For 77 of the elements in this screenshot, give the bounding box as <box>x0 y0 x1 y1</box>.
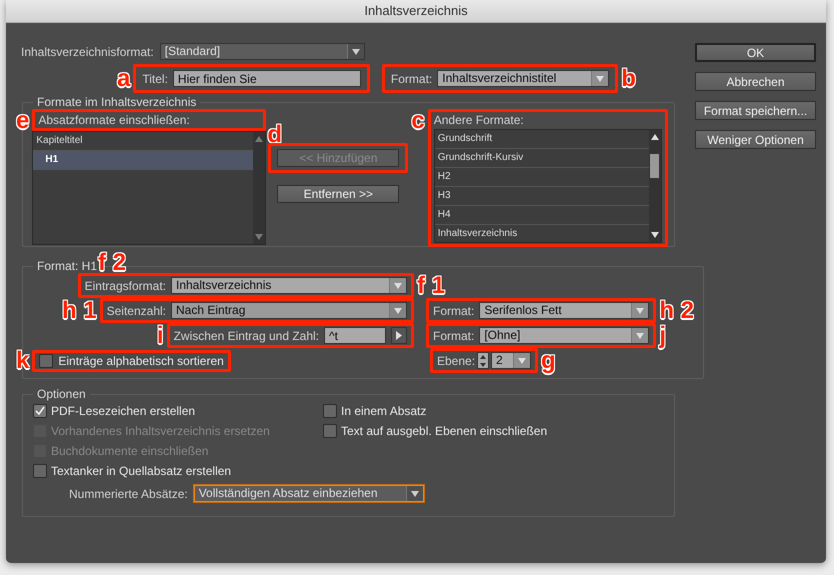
annotation-letter: f 2 <box>97 251 128 275</box>
group-title: Format: H1 <box>36 259 98 273</box>
dialog-button[interactable]: OK <box>695 43 816 62</box>
caret-icon <box>596 76 604 82</box>
annotation-letter: k <box>15 348 30 372</box>
page-number-dropdown[interactable]: Nach Eintrag <box>171 302 407 319</box>
annotation-letter: a <box>116 66 132 90</box>
annotation-letter: e <box>15 109 30 133</box>
annotation-letter: h 1 <box>60 298 98 322</box>
caret-icon <box>636 332 644 338</box>
group-title: Formate im Inhaltsverzeichnis <box>36 95 198 109</box>
level-dropdown[interactable]: 2 <box>491 352 532 369</box>
title-label: Titel: <box>142 72 168 86</box>
checkbox-label: PDF-Lesezeichen erstellen <box>51 404 196 418</box>
dialog-button[interactable]: Weniger Optionen <box>695 130 816 149</box>
caret-icon <box>394 308 402 314</box>
page-number-label: Seitenzahl: <box>106 304 166 318</box>
list-item[interactable]: H2 <box>434 168 649 187</box>
level-label: Ebene: <box>437 354 476 368</box>
annotation-letter: j <box>658 324 668 348</box>
caret-icon <box>636 308 644 314</box>
scrollbar[interactable] <box>648 130 661 242</box>
numbered-paragraphs-label: Nummerierte Absätze: <box>69 486 188 500</box>
caret-icon <box>410 490 419 496</box>
checkbox-label: In einem Absatz <box>341 404 426 418</box>
caret-icon <box>518 358 526 364</box>
page-number-format-dropdown[interactable]: Serifenlos Fett <box>479 302 650 319</box>
list-item[interactable]: Grundschrift-Kursiv <box>434 149 649 168</box>
scroll-down-arrow-icon[interactable] <box>650 232 659 238</box>
stepper-icon[interactable] <box>477 352 490 369</box>
group-title: Optionen <box>36 387 87 401</box>
checkbox-label: Buchdokumente einschließen <box>51 444 208 458</box>
window-title: Inhaltsverzeichnis <box>6 0 826 23</box>
entry-format-dropdown[interactable]: Inhaltsverzeichnis <box>171 277 407 294</box>
annotation-letter: f 1 <box>416 274 446 298</box>
scrollbar-thumb[interactable] <box>650 154 660 178</box>
title-input[interactable]: Hier finden Sie <box>172 70 361 87</box>
toc-format-dropdown[interactable]: [Standard] <box>160 43 365 60</box>
scroll-up-arrow-icon[interactable] <box>650 134 659 140</box>
annotation-letter: i <box>156 324 165 348</box>
list-label: Andere Formate: <box>434 113 524 127</box>
list-label: Absatzformate einschließen: <box>38 113 190 127</box>
list-item[interactable]: Grundschrift <box>434 130 649 149</box>
between-format-label: Format: <box>433 328 474 342</box>
title-format-dropdown[interactable]: Inhaltsverzeichnistitel <box>437 70 610 87</box>
between-label: Zwischen Eintrag und Zahl: <box>174 328 319 342</box>
checkbox-label: Einträge alphabetisch sortieren <box>58 354 224 368</box>
checkbox[interactable] <box>33 404 47 418</box>
triangle-right-icon <box>396 331 402 340</box>
list-item[interactable]: H3 <box>434 187 649 206</box>
checkbox-label: Text auf ausgebl. Ebenen einschließen <box>341 424 548 438</box>
dialog-button[interactable]: Abbrechen <box>695 72 816 91</box>
annotation-letter: h 2 <box>658 298 696 322</box>
checkbox[interactable] <box>33 464 47 478</box>
between-format-dropdown[interactable]: [Ohne] <box>479 327 650 344</box>
list-item[interactable]: H4 <box>434 206 649 225</box>
checkbox-label: Vorhandenes Inhaltsverzeichnis ersetzen <box>51 424 270 438</box>
dialog-button[interactable]: Format speichern... <box>695 101 816 120</box>
checkbox-label: Textanker in Quellabsatz erstellen <box>51 464 232 478</box>
between-input[interactable]: ^t <box>324 327 386 344</box>
caret-icon <box>352 48 360 54</box>
checkbox[interactable] <box>323 404 337 418</box>
caret-icon <box>394 282 402 288</box>
annotation-letter: g <box>540 348 557 372</box>
entry-format-label: Eintragsformat: <box>84 278 166 292</box>
annotation-letter: b <box>620 66 637 90</box>
toc-format-label: Inhaltsverzeichnisformat: <box>21 44 154 58</box>
insert-menu-button[interactable] <box>391 327 407 344</box>
checkbox[interactable] <box>323 424 337 438</box>
checkbox[interactable] <box>39 354 54 368</box>
annotation-letter: d <box>266 123 284 147</box>
list-item[interactable]: H1 <box>33 151 254 170</box>
numbered-paragraphs-dropdown[interactable]: Vollständigen Absatz einbeziehen <box>194 485 424 502</box>
title-format-label: Format: <box>390 72 432 86</box>
remove-button[interactable]: Entfernen >> <box>277 185 400 203</box>
page-number-format-label: Format: <box>433 304 474 318</box>
annotation-letter: c <box>410 109 426 133</box>
